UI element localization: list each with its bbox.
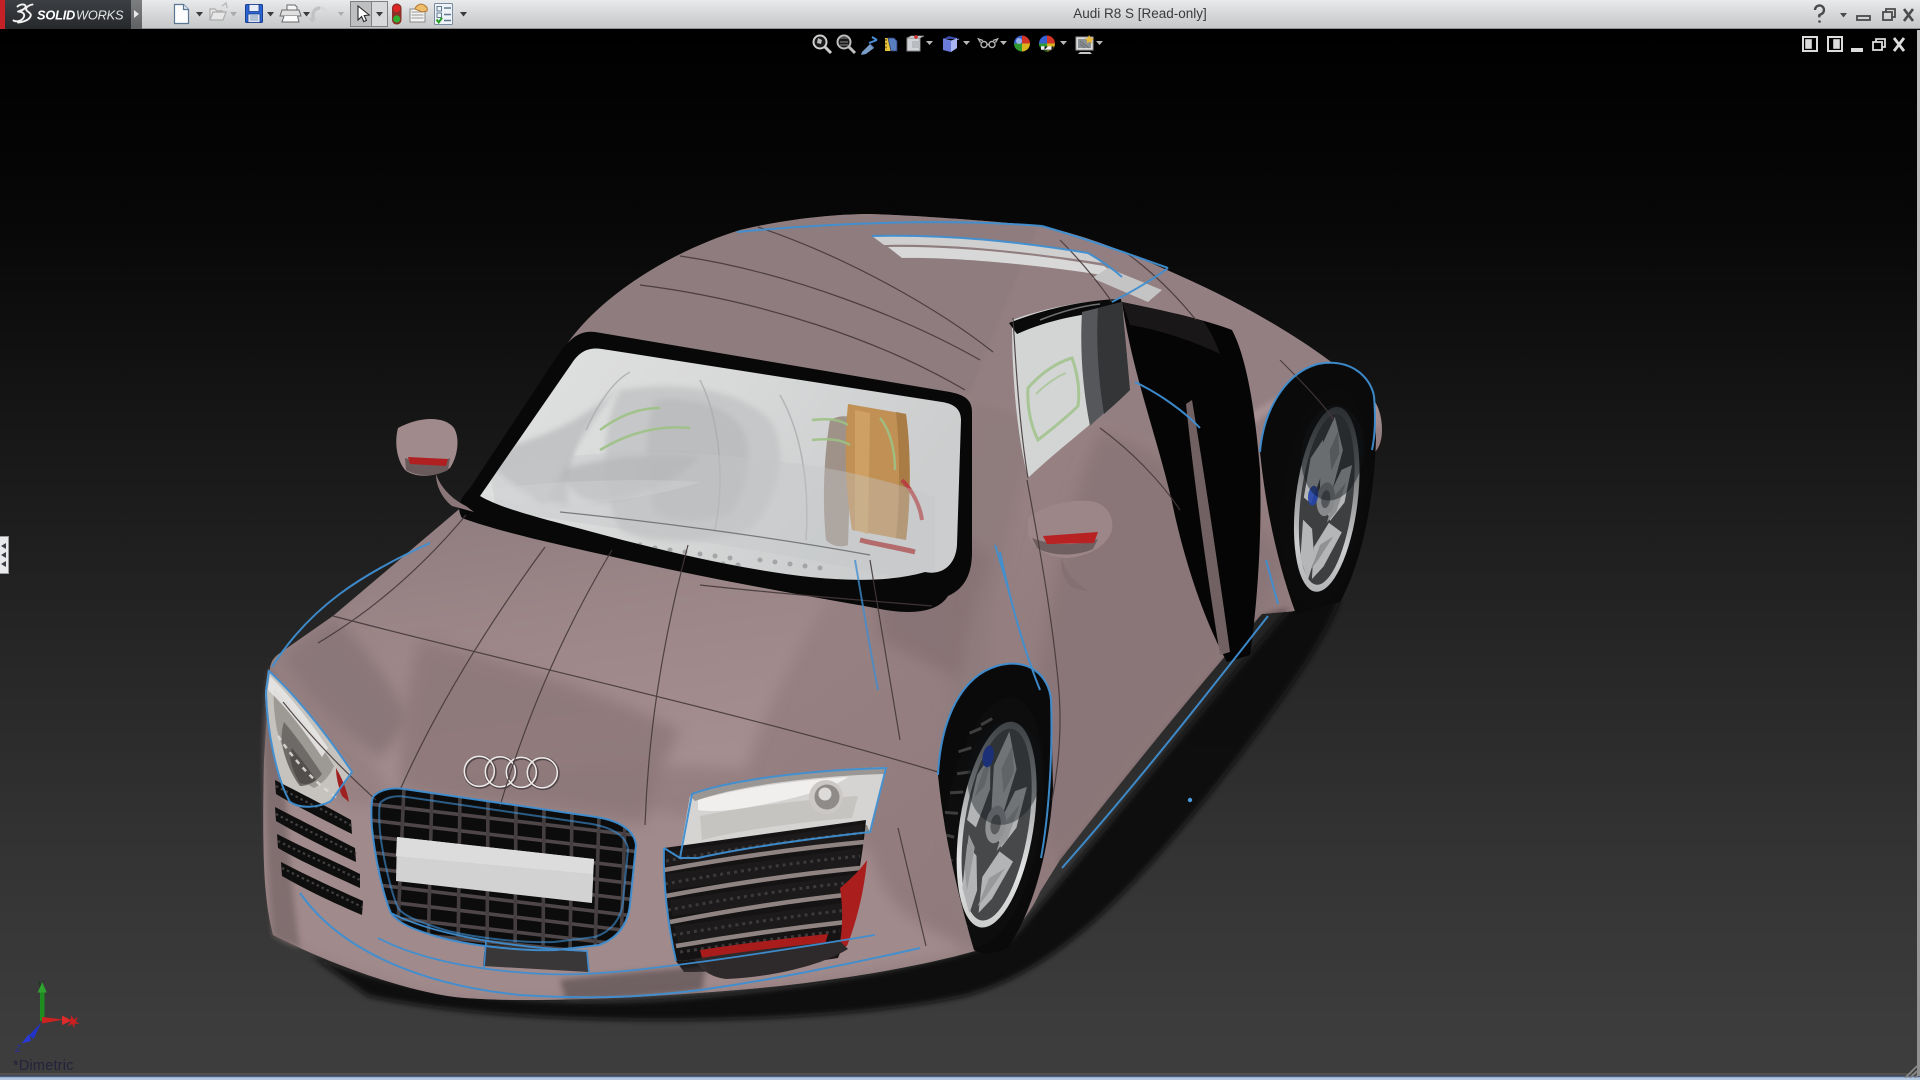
svg-text:WORKS: WORKS [76,8,124,23]
svg-text:Z: Z [14,1044,22,1055]
svg-text:SOLID: SOLID [37,8,75,23]
